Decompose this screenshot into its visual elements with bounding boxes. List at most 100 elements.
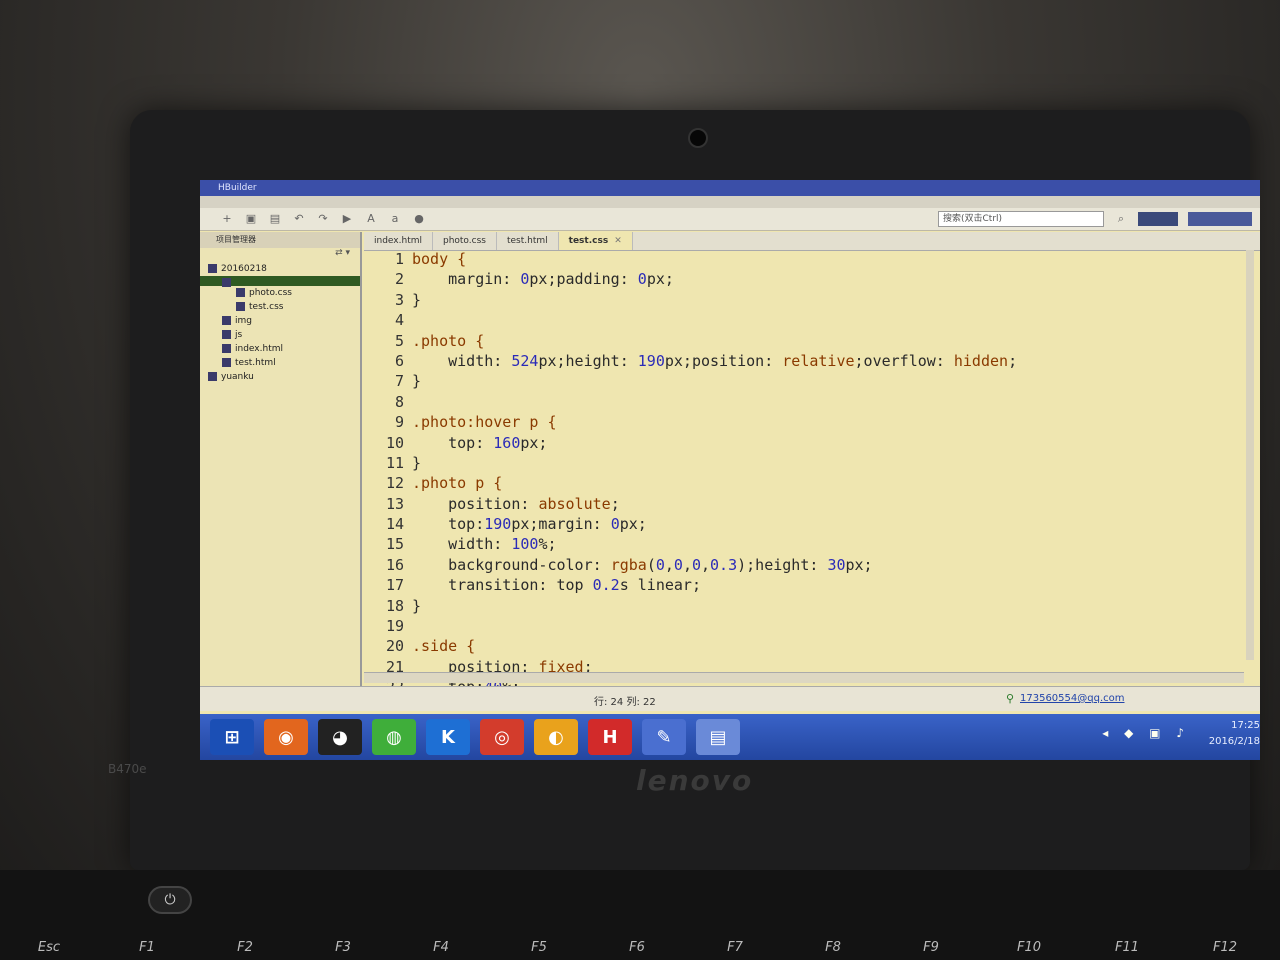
folder-icon — [222, 330, 231, 339]
code-line[interactable]: 3} — [364, 291, 1244, 311]
code-line[interactable]: 7} — [364, 372, 1244, 392]
code-line[interactable]: 6 width: 524px;height: 190px;position: r… — [364, 352, 1244, 372]
undo-icon[interactable]: ↶ — [292, 213, 306, 225]
system-tray-icons[interactable]: ◂ ◆ ▣ ♪ — [1102, 726, 1190, 740]
code-line[interactable]: 10 top: 160px; — [364, 434, 1244, 454]
code-line[interactable]: 19 — [364, 617, 1244, 637]
firefox-icon[interactable]: ◉ — [264, 719, 308, 755]
tree-item[interactable]: js — [200, 328, 360, 342]
tab-photo-css[interactable]: photo.css — [433, 232, 497, 250]
code-line[interactable]: 15 width: 100%; — [364, 535, 1244, 555]
code-line[interactable]: 18} — [364, 597, 1244, 617]
code-text: .photo { — [412, 331, 485, 350]
redo-icon[interactable]: ↷ — [316, 213, 330, 225]
power-icon[interactable]: ⏻ — [148, 886, 192, 914]
code-text: position: absolute; — [412, 494, 620, 513]
run-icon[interactable]: ▶ — [340, 213, 354, 225]
folder-icon — [222, 316, 231, 325]
tab-index-html[interactable]: index.html — [364, 232, 433, 250]
user-area[interactable] — [1188, 212, 1252, 226]
key-f2[interactable]: F2 — [196, 940, 294, 955]
folder-icon[interactable]: ▤ — [696, 719, 740, 755]
tab-test-css[interactable]: test.css ✕ — [558, 232, 633, 250]
vertical-scrollbar[interactable] — [1246, 250, 1254, 660]
key-f5[interactable]: F5 — [490, 940, 588, 955]
key-f12[interactable]: F12 — [1176, 940, 1274, 955]
close-icon[interactable]: ✕ — [614, 236, 622, 246]
new-icon[interactable]: + — [220, 213, 234, 225]
tree-item[interactable]: test.html — [200, 356, 360, 370]
key-f6[interactable]: F6 — [588, 940, 686, 955]
code-line[interactable]: 11} — [364, 454, 1244, 474]
code-line[interactable]: 13 position: absolute; — [364, 495, 1244, 515]
tree-item-label: test.html — [235, 358, 276, 368]
paint-icon[interactable]: ✎ — [642, 719, 686, 755]
code-line[interactable]: 16 background-color: rgba(0,0,0,0.3);hei… — [364, 556, 1244, 576]
code-line[interactable]: 5 .photo { — [364, 332, 1244, 352]
cursor-position: 行: 24 列: 22 — [594, 697, 656, 708]
wechat-icon[interactable]: ◍ — [372, 719, 416, 755]
browser-icon[interactable]: ◐ — [534, 719, 578, 755]
save-all-icon[interactable]: ▤ — [268, 213, 282, 225]
toolbar: + ▣ ▤ ↶ ↷ ▶ A a ● 搜索(双击Ctrl) ⌕ — [200, 208, 1260, 231]
code-line[interactable]: 2 margin: 0px;padding: 0px; — [364, 270, 1244, 290]
key-f1[interactable]: F1 — [98, 940, 196, 955]
k-app-icon[interactable]: K — [426, 719, 470, 755]
code-line[interactable]: 17 transition: top 0.2s linear; — [364, 576, 1244, 596]
tree-item-label: img — [235, 316, 252, 326]
hbuilder-icon[interactable]: H — [588, 719, 632, 755]
chrome-icon[interactable]: ◎ — [480, 719, 524, 755]
code-text: width: 100%; — [412, 535, 557, 554]
font-increase-icon[interactable]: A — [364, 213, 378, 225]
editor-tabs: index.html photo.css test.html test.css ✕ — [364, 232, 1260, 251]
tree-item[interactable] — [200, 276, 360, 287]
font-decrease-icon[interactable]: a — [388, 213, 402, 225]
code-text: background-color: rgba(0,0,0,0.3);height… — [412, 555, 873, 574]
tree-item[interactable]: img — [200, 314, 360, 328]
horizontal-scrollbar[interactable] — [364, 672, 1244, 683]
user-account-link[interactable]: 173560554@qq.com — [1020, 693, 1125, 704]
code-line[interactable]: 4 — [364, 311, 1244, 331]
key-f3[interactable]: F3 — [294, 940, 392, 955]
tree-item[interactable]: test.css — [200, 300, 360, 314]
qq-icon[interactable]: ◕ — [318, 719, 362, 755]
tab-label: index.html — [374, 236, 422, 246]
key-f10[interactable]: F10 — [980, 940, 1078, 955]
search-input[interactable]: 搜索(双击Ctrl) — [938, 211, 1104, 227]
key-f11[interactable]: F11 — [1078, 940, 1176, 955]
clock[interactable]: 17:25 2016/2/18 — [1209, 718, 1260, 750]
key-f7[interactable]: F7 — [686, 940, 784, 955]
tree-item[interactable]: index.html — [200, 342, 360, 356]
tree-item[interactable]: 20160218 — [200, 262, 360, 276]
code-line[interactable]: 12 .photo p { — [364, 474, 1244, 494]
tree-item[interactable]: photo.css — [200, 286, 360, 300]
key-f8[interactable]: F8 — [784, 940, 882, 955]
explorer-tools[interactable]: ⇄ ▾ — [200, 248, 360, 262]
project-icon — [208, 372, 217, 381]
line-number: 12 — [385, 474, 404, 493]
css-file-icon — [236, 302, 245, 311]
code-text: .photo p { — [412, 474, 503, 493]
window-titlebar: HBuilder — [200, 180, 1260, 196]
key-f9[interactable]: F9 — [882, 940, 980, 955]
code-line[interactable]: 8 — [364, 393, 1244, 413]
start-button[interactable]: ⊞ — [210, 719, 254, 755]
line-number: 4 — [394, 311, 404, 330]
key-esc[interactable]: Esc — [0, 940, 98, 955]
search-icon[interactable]: ⌕ — [1114, 213, 1128, 225]
code-text: } — [412, 372, 422, 391]
save-icon[interactable]: ▣ — [244, 213, 258, 225]
code-line[interactable]: 20 .side { — [364, 637, 1244, 657]
tab-test-html[interactable]: test.html — [497, 232, 559, 250]
code-editor[interactable]: 1 body {2 margin: 0px;padding: 0px; 3} 4 5 .p… — [364, 250, 1244, 696]
tree-item[interactable]: yuanku — [200, 370, 360, 384]
code-line[interactable]: 9 .photo:hover p { — [364, 413, 1244, 433]
line-number: 18 — [385, 596, 404, 615]
browser-preview-icon[interactable]: ● — [412, 213, 426, 225]
tree-item-label: 20160218 — [221, 264, 267, 274]
code-line[interactable]: 1 body { — [364, 250, 1244, 270]
line-number: 15 — [385, 535, 404, 554]
login-button[interactable] — [1138, 212, 1178, 226]
key-f4[interactable]: F4 — [392, 940, 490, 955]
code-line[interactable]: 14 top:190px;margin: 0px; — [364, 515, 1244, 535]
